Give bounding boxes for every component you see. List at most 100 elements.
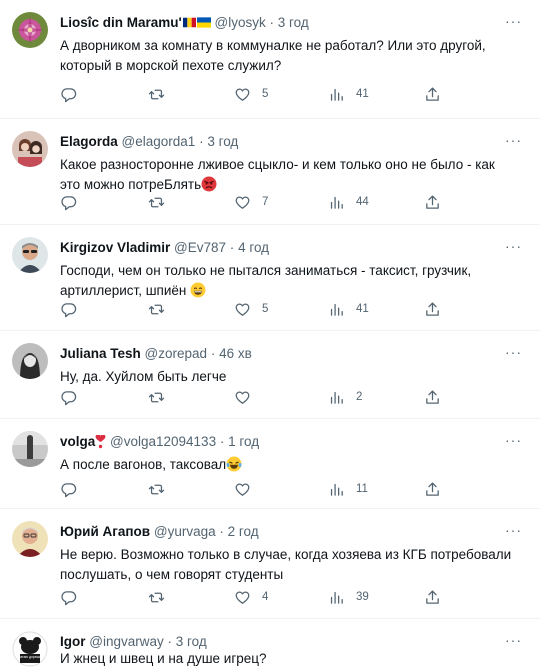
display-name[interactable]: volga <box>60 434 95 449</box>
reply-icon <box>61 302 77 317</box>
heart-icon <box>235 303 250 316</box>
views-icon <box>330 391 343 404</box>
views-button[interactable]: 2 <box>328 387 362 407</box>
more-options-icon[interactable]: ··· <box>505 521 522 539</box>
action-bar: 4 39 <box>60 587 450 607</box>
share-button[interactable] <box>424 387 441 407</box>
display-name[interactable]: Juliana Tesh <box>60 346 141 361</box>
timestamp[interactable]: 46 хв <box>219 346 252 361</box>
display-name[interactable]: Kirgizov Vladimir <box>60 240 170 255</box>
separator: · <box>210 346 216 361</box>
timestamp[interactable]: 3 год <box>278 15 309 30</box>
views-button[interactable]: 41 <box>328 84 369 104</box>
tweet-header: Kirgizov Vladimir @Ev787 · 4 год <box>60 239 500 257</box>
avatar[interactable] <box>12 131 48 167</box>
reply-button[interactable] <box>60 479 77 499</box>
retweet-button[interactable] <box>148 587 165 607</box>
reply-button[interactable] <box>60 387 77 407</box>
views-button[interactable]: 44 <box>328 192 369 212</box>
more-options-icon[interactable]: ··· <box>505 12 522 30</box>
separator: · <box>167 634 173 649</box>
heart-icon <box>235 196 250 209</box>
more-options-icon[interactable]: ··· <box>505 237 522 255</box>
like-button[interactable] <box>234 479 262 499</box>
view-count: 2 <box>356 391 363 403</box>
more-options-icon[interactable]: ··· <box>505 343 522 361</box>
tweet-text: Ну, да. Хуйлом быть легче <box>60 369 227 384</box>
avatar[interactable] <box>12 237 48 273</box>
reply-button[interactable] <box>60 299 77 319</box>
like-button[interactable]: 5 <box>234 299 268 319</box>
separator: · <box>269 15 274 30</box>
timestamp[interactable]: 3 год <box>207 134 238 149</box>
display-name[interactable]: Igor <box>60 634 86 649</box>
more-options-icon[interactable]: ··· <box>505 431 522 449</box>
like-button[interactable]: 5 <box>234 84 268 104</box>
timestamp[interactable]: 1 год <box>228 434 259 449</box>
views-button[interactable]: 11 <box>328 479 368 499</box>
retweet-button[interactable] <box>148 299 165 319</box>
avatar[interactable] <box>12 431 48 467</box>
user-handle[interactable]: @Ev787 <box>174 240 226 255</box>
retweet-button[interactable] <box>148 192 165 212</box>
reply-icon <box>61 590 77 605</box>
tweet[interactable]: Kirgizov Vladimir @Ev787 · 4 год ··· Гос… <box>0 225 540 331</box>
share-button[interactable] <box>424 84 441 104</box>
views-button[interactable]: 39 <box>328 587 369 607</box>
share-button[interactable] <box>424 299 441 319</box>
tweet-header: Liosîc din Maramu' @lyosyk · 3 год <box>60 14 500 33</box>
share-button[interactable] <box>424 587 441 607</box>
share-icon <box>426 481 439 496</box>
share-icon <box>426 194 439 209</box>
avatar[interactable] <box>12 521 48 557</box>
more-options-icon[interactable]: ··· <box>505 631 522 649</box>
user-handle[interactable]: @yurvaga <box>154 524 216 539</box>
share-button[interactable] <box>424 479 441 499</box>
tweet[interactable]: осатаю дорешил Igor @ingvarway · 3 год ·… <box>0 619 540 671</box>
user-handle[interactable]: @zorepad <box>145 346 208 361</box>
views-icon <box>330 303 343 316</box>
display-name[interactable]: Elagorda <box>60 134 118 149</box>
share-button[interactable] <box>424 192 441 212</box>
reply-button[interactable] <box>60 84 77 104</box>
reply-icon <box>61 195 77 210</box>
like-count: 5 <box>262 303 269 315</box>
tweet-header: Juliana Tesh @zorepad · 46 хв <box>60 345 500 363</box>
avatar-caption: осатаю дорешил <box>16 655 44 659</box>
views-button[interactable]: 41 <box>328 299 369 319</box>
avatar[interactable] <box>12 12 48 48</box>
reply-button[interactable] <box>60 192 77 212</box>
like-button[interactable] <box>234 387 262 407</box>
tweet[interactable]: Liosîc din Maramu' @lyosyk · 3 год ··· А… <box>0 0 540 119</box>
tweet[interactable]: volga @volga12094133 · 1 год ··· А после… <box>0 419 540 509</box>
user-handle[interactable]: @volga12094133 <box>110 434 216 449</box>
more-options-icon[interactable]: ··· <box>505 131 522 149</box>
like-count: 7 <box>262 196 269 208</box>
retweet-button[interactable] <box>148 84 165 104</box>
tweet[interactable]: Elagorda @elagorda1 · 3 год ··· Какое ра… <box>0 119 540 225</box>
reply-button[interactable] <box>60 587 77 607</box>
timestamp[interactable]: 3 год <box>176 634 207 649</box>
like-button[interactable]: 7 <box>234 192 268 212</box>
display-name[interactable]: Liosîc din Maramu' <box>60 15 182 30</box>
tweet[interactable]: Юрий Агапов @yurvaga · 2 год ··· Не верю… <box>0 509 540 619</box>
timestamp[interactable]: 4 год <box>238 240 269 255</box>
retweet-button[interactable] <box>148 387 165 407</box>
retweet-button[interactable] <box>148 479 165 499</box>
action-bar: 5 41 <box>60 299 450 319</box>
user-handle[interactable]: @elagorda1 <box>122 134 196 149</box>
heart-icon <box>235 391 250 404</box>
user-handle[interactable]: @ingvarway <box>89 634 163 649</box>
tweet[interactable]: Juliana Tesh @zorepad · 46 хв ··· Ну, да… <box>0 331 540 419</box>
like-button[interactable]: 4 <box>234 587 268 607</box>
user-handle[interactable]: @lyosyk <box>215 15 266 30</box>
view-count: 44 <box>356 196 369 208</box>
tweet-text-container: А после вагонов, таксовал <box>60 455 512 478</box>
avatar[interactable]: осатаю дорешил <box>12 631 48 667</box>
action-bar: 2 <box>60 387 450 407</box>
view-count: 39 <box>356 591 369 603</box>
display-name[interactable]: Юрий Агапов <box>60 524 150 539</box>
avatar[interactable] <box>12 343 48 379</box>
timestamp[interactable]: 2 год <box>228 524 259 539</box>
separator: · <box>219 524 224 539</box>
